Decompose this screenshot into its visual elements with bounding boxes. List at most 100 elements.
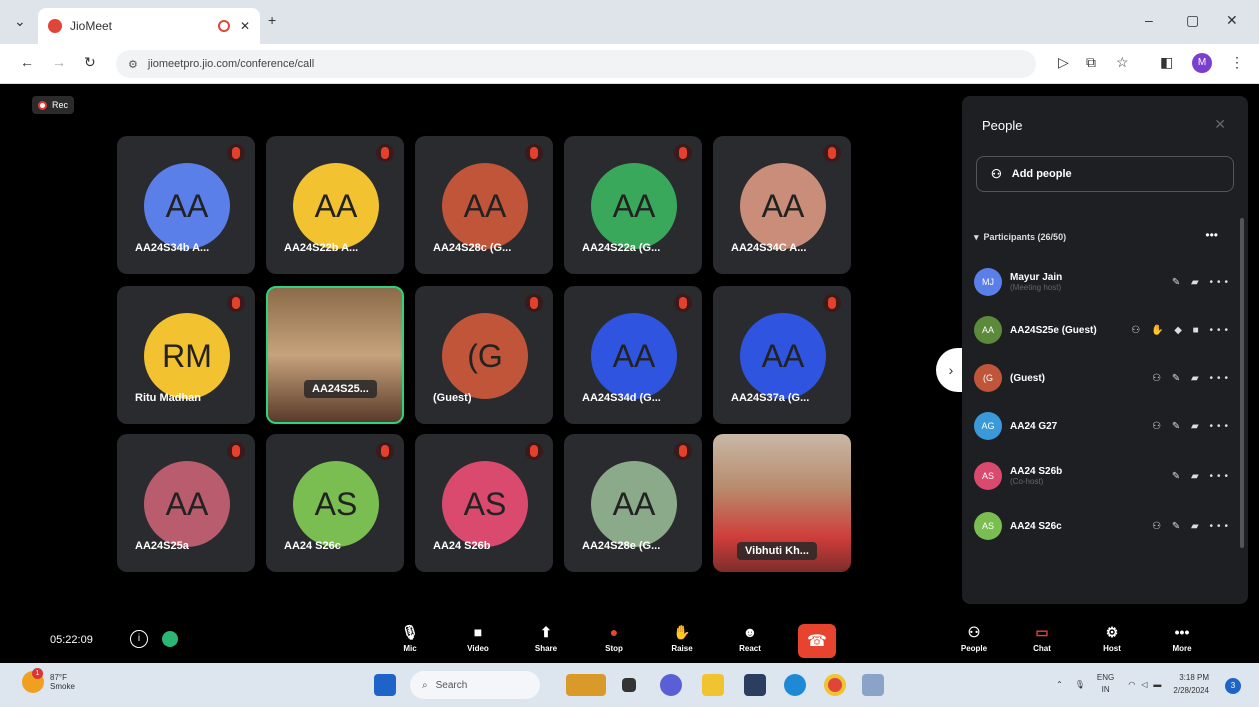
participant-row[interactable]: AS AA24 S26b (Co-host) ✎ ▰ •••	[974, 456, 1232, 496]
end-call-button[interactable]: ☎	[798, 624, 836, 658]
minimize-icon[interactable]: –	[1145, 12, 1153, 28]
info-icon[interactable]: i	[130, 630, 148, 648]
participant-avatar: AG	[974, 412, 1002, 440]
participant-name: AA24S25e (Guest)	[1010, 324, 1097, 336]
participant-tile[interactable]: AA AA24S34d (G...	[564, 286, 702, 424]
participants-more-icon[interactable]: •••	[1205, 228, 1218, 242]
participant-tile[interactable]: AS AA24 S26c	[266, 434, 404, 572]
participants-header[interactable]: ▾ Participants (26/50)	[974, 232, 1066, 243]
participant-tile[interactable]: AA AA24S34C A...	[713, 136, 851, 274]
app-icon[interactable]	[862, 674, 884, 696]
participant-tile[interactable]: (G (Guest)	[415, 286, 553, 424]
close-panel-icon[interactable]: ✕	[1214, 116, 1226, 133]
store-icon[interactable]	[744, 674, 766, 696]
more-button[interactable]: ••• More	[1160, 622, 1204, 653]
add-people-button[interactable]: ⚇ Add people	[976, 156, 1234, 192]
participant-name: AA24S28c (G...	[433, 242, 512, 254]
news-widget-icon[interactable]	[566, 674, 606, 696]
participant-avatar: AA	[293, 163, 379, 249]
reload-icon[interactable]: ↻	[84, 54, 96, 71]
address-bar[interactable]: ⚙ jiomeetpro.jio.com/conference/call	[116, 50, 1036, 78]
tray-chevron-icon[interactable]: ⌃	[1056, 680, 1063, 689]
video-button[interactable]: ■ Video	[456, 622, 500, 653]
new-tab-icon[interactable]: +	[268, 12, 276, 28]
participant-controls-icon[interactable]: ⚇ ✎ ▰ •••	[1152, 373, 1232, 384]
profile-avatar[interactable]: M	[1192, 53, 1212, 73]
participant-tile[interactable]: AA AA24S22a (G...	[564, 136, 702, 274]
teams-icon[interactable]	[660, 674, 682, 696]
participant-tile[interactable]: RM Ritu Madhan	[117, 286, 255, 424]
participant-row[interactable]: MJ Mayur Jain (Meeting host) ✎ ▰ •••	[974, 262, 1232, 302]
participant-controls-icon[interactable]: ✎ ▰ •••	[1172, 277, 1232, 288]
notification-badge[interactable]: 3	[1225, 678, 1241, 694]
participant-tile[interactable]: AA AA24S28c (G...	[415, 136, 553, 274]
chrome-icon[interactable]	[824, 674, 846, 696]
mic-button[interactable]: 🎙 Mic	[388, 622, 432, 653]
mic-muted-icon	[823, 144, 841, 162]
participant-tile[interactable]: Vibhuti Kh...	[713, 434, 851, 572]
share-screen-icon: ⬆	[540, 624, 552, 640]
participant-tile[interactable]: AA24S25...	[266, 286, 404, 424]
task-view-icon[interactable]	[622, 678, 636, 692]
participant-avatar: AA	[144, 461, 230, 547]
participant-row[interactable]: AS AA24 S26c ⚇ ✎ ▰ •••	[974, 506, 1232, 546]
security-shield-icon[interactable]	[162, 631, 178, 647]
close-tab-icon[interactable]: ✕	[240, 19, 250, 33]
participant-row[interactable]: (G (Guest) ⚇ ✎ ▰ •••	[974, 358, 1232, 398]
mic-muted-icon	[525, 442, 543, 460]
edge-icon[interactable]	[784, 674, 806, 696]
chat-button[interactable]: ▭ Chat	[1020, 622, 1064, 653]
raise-hand-button[interactable]: ✋ Raise	[660, 622, 704, 653]
mic-muted-icon	[525, 294, 543, 312]
participant-tile[interactable]: AA AA24S25a	[117, 434, 255, 572]
participant-controls-icon[interactable]: ⚇ ✎ ▰ •••	[1152, 421, 1232, 432]
battery-icon[interactable]: ▬	[1153, 680, 1161, 689]
chat-label: Chat	[1033, 644, 1051, 653]
tab-search-icon[interactable]: ⌄	[14, 13, 26, 30]
participant-controls-icon[interactable]: ⚇ ✎ ▰ •••	[1152, 521, 1232, 532]
participant-list-scrollbar[interactable]	[1240, 218, 1244, 548]
host-controls-button[interactable]: ⚙ Host	[1090, 622, 1134, 653]
participant-row[interactable]: AG AA24 G27 ⚇ ✎ ▰ •••	[974, 406, 1232, 446]
weather-widget[interactable]: 1 87°F Smoke	[22, 668, 75, 693]
jiomeet-favicon-icon	[48, 19, 62, 33]
participant-tile[interactable]: AA AA24S28e (G...	[564, 434, 702, 572]
participant-controls-icon[interactable]: ⚇ ✋ ◆ ■ •••	[1131, 325, 1232, 336]
share-button[interactable]: ⬆ Share	[524, 622, 568, 653]
bookmark-star-icon[interactable]: ☆	[1116, 54, 1129, 71]
participant-tile[interactable]: AS AA24 S26b	[415, 434, 553, 572]
site-info-icon[interactable]: ⚙	[128, 58, 138, 71]
mic-muted-icon	[525, 144, 543, 162]
forward-icon[interactable]: →	[52, 54, 66, 70]
mic-tray-icon[interactable]: 🎙	[1075, 680, 1085, 689]
system-clock[interactable]: 3:18 PM 2/28/2024	[1173, 671, 1209, 697]
browser-tab[interactable]: JioMeet ✕	[38, 8, 260, 44]
participant-role: (Co-host)	[1010, 477, 1044, 486]
participant-tile[interactable]: AA AA24S22b A...	[266, 136, 404, 274]
volume-icon[interactable]: ◁	[1141, 680, 1147, 689]
participant-name: AA24 S26b	[1010, 466, 1063, 477]
participant-row[interactable]: AA AA24S25e (Guest) ⚇ ✋ ◆ ■ •••	[974, 310, 1232, 350]
participant-avatar: (G	[442, 313, 528, 399]
taskbar-search[interactable]: ⌕ Search	[410, 671, 540, 699]
cast-icon[interactable]: ▷	[1058, 54, 1069, 71]
language-indicator[interactable]: ENG IN	[1097, 672, 1114, 696]
participant-name: (Guest)	[433, 392, 472, 404]
participant-avatar: AS	[974, 462, 1002, 490]
file-explorer-icon[interactable]	[702, 674, 724, 696]
react-button[interactable]: ☻ React	[728, 622, 772, 653]
search-icon: ⌕	[422, 679, 428, 691]
windows-start-icon[interactable]	[374, 674, 396, 696]
wifi-icon[interactable]: ◠	[1128, 680, 1135, 689]
participant-controls-icon[interactable]: ✎ ▰ •••	[1172, 471, 1232, 482]
participant-tile[interactable]: AA AA24S37a (G...	[713, 286, 851, 424]
close-window-icon[interactable]: ✕	[1226, 12, 1238, 29]
people-button[interactable]: ⚇ People	[952, 622, 996, 653]
restore-icon[interactable]: ▢	[1186, 12, 1199, 29]
participant-tile[interactable]: AA AA24S34b A...	[117, 136, 255, 274]
side-panel-icon[interactable]: ◧	[1160, 54, 1173, 71]
stop-recording-button[interactable]: ● Stop	[592, 622, 636, 653]
back-icon[interactable]: ←	[20, 54, 34, 70]
browser-menu-icon[interactable]: ⋮	[1230, 54, 1244, 71]
extension-icon[interactable]: ⧉	[1086, 54, 1096, 71]
